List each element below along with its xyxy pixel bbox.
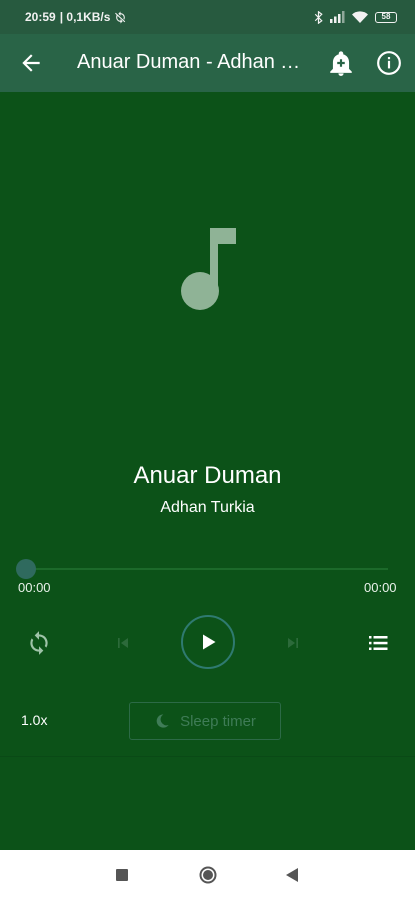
info-icon[interactable] (376, 50, 402, 76)
app-bar: Anuar Duman - Adhan Turkia (0, 34, 415, 92)
status-bar: 20:59 | 0,1KB/s 58 (0, 0, 415, 34)
battery-indicator: 58 (375, 11, 397, 23)
bluetooth-icon (314, 10, 323, 24)
page-title: Anuar Duman - Adhan Turkia (77, 51, 302, 73)
status-time: 20:59 (25, 10, 56, 24)
moon-icon (156, 714, 169, 728)
sleep-timer-button[interactable]: Sleep timer (129, 702, 281, 740)
previous-button[interactable] (112, 632, 134, 654)
seek-thumb[interactable] (16, 559, 36, 579)
status-left: 20:59 | 0,1KB/s (25, 10, 127, 24)
next-button[interactable] (282, 632, 304, 654)
track-title: Anuar Duman (133, 462, 282, 489)
music-note-icon (181, 228, 236, 310)
signal-icon (330, 11, 345, 23)
recent-apps-icon[interactable] (116, 869, 128, 881)
queue-button[interactable] (365, 630, 391, 656)
home-icon[interactable] (199, 866, 217, 884)
playback-speed-button[interactable]: 1.0x (21, 712, 47, 728)
sync-disabled-icon (115, 11, 126, 23)
play-button[interactable] (181, 615, 235, 669)
back-arrow-icon[interactable] (18, 50, 44, 76)
repeat-icon (30, 631, 48, 655)
status-network-speed: | 0,1KB/s (59, 10, 111, 24)
divider (0, 756, 415, 757)
system-back-icon[interactable] (285, 867, 299, 883)
sleep-timer-label: Sleep timer (180, 712, 256, 730)
repeat-button[interactable] (25, 629, 53, 657)
wifi-icon (352, 11, 368, 23)
skip-previous-icon (118, 638, 128, 648)
status-right: 58 (314, 10, 397, 24)
skip-next-icon (288, 638, 298, 648)
add-alarm-bell-icon[interactable] (328, 49, 354, 77)
elapsed-time: 00:00 (18, 580, 51, 595)
playlist-icon (369, 636, 388, 650)
total-duration: 00:00 (364, 580, 397, 595)
play-icon (203, 634, 216, 650)
track-artist: Adhan Turkia (160, 499, 255, 516)
system-nav-bar (0, 850, 415, 900)
seek-bar[interactable] (26, 568, 388, 570)
